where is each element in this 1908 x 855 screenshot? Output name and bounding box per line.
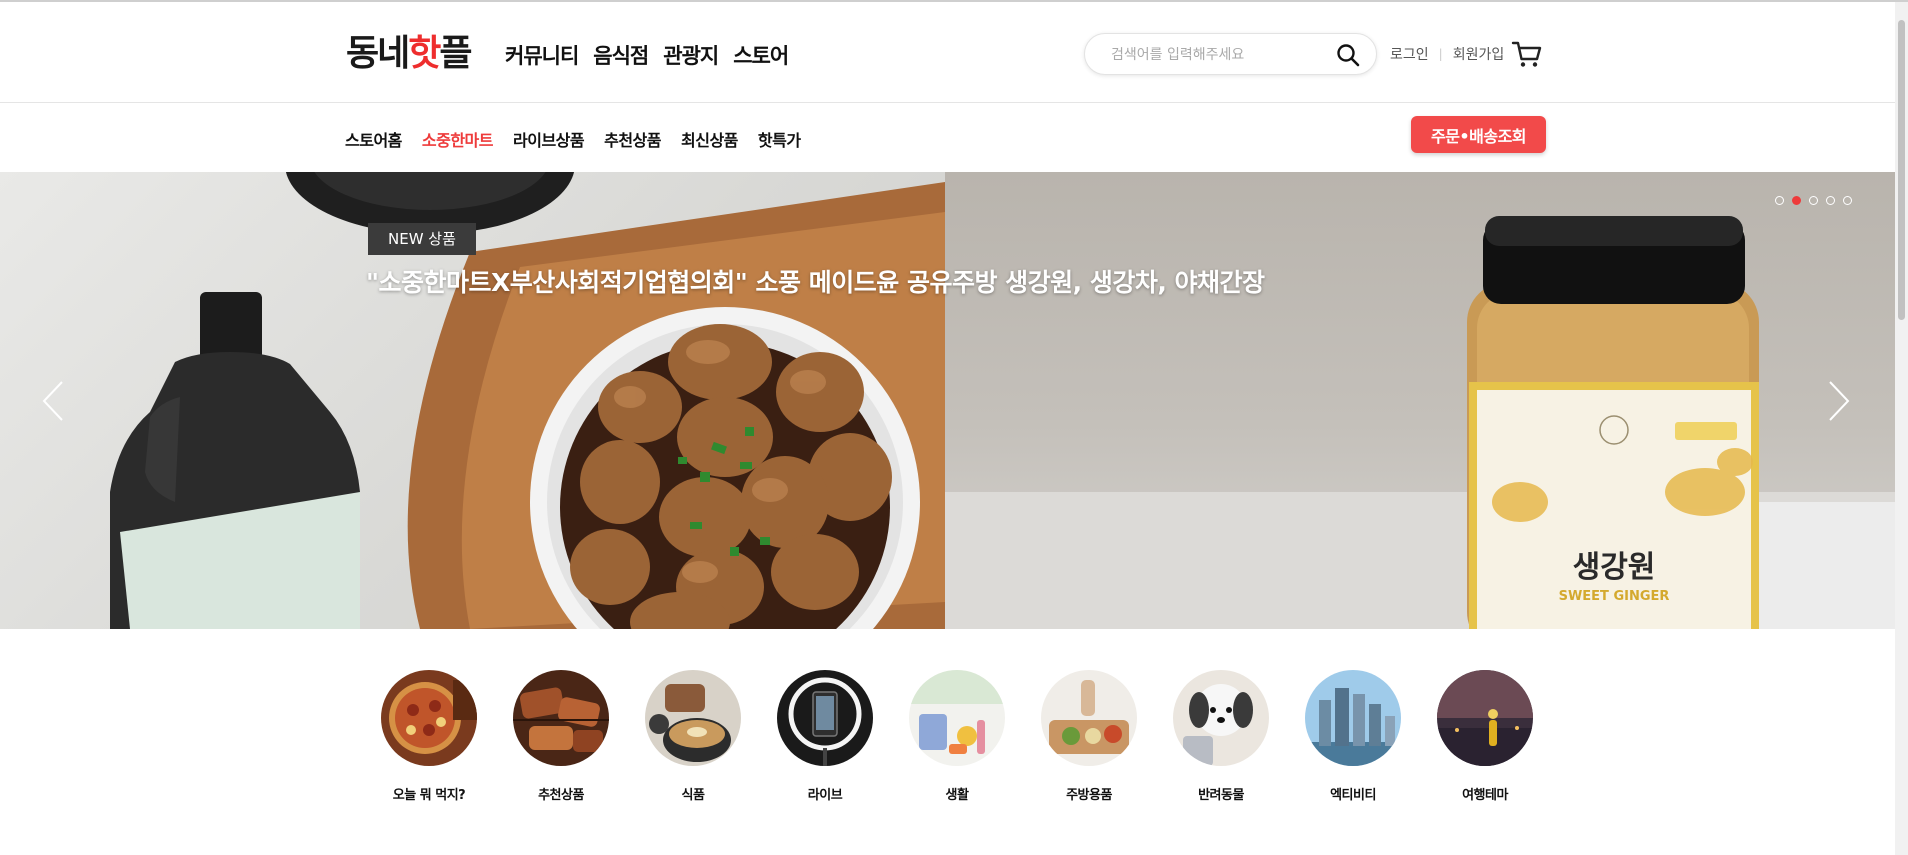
util-separator: | [1438, 47, 1443, 61]
category-label: 엑티비티 [1330, 788, 1376, 803]
category-label: 라이브 [807, 788, 843, 803]
category-travel-theme[interactable]: 여행테마 [1419, 670, 1551, 803]
night-travel-photo [1437, 670, 1533, 766]
category-living[interactable]: 생활 [891, 670, 1023, 803]
store-menu-home[interactable]: 스토어홈 [345, 127, 402, 151]
category-pets[interactable]: 반려동물 [1155, 670, 1287, 803]
category-label: 생활 [945, 788, 969, 803]
store-menu-live-products[interactable]: 라이브상품 [513, 127, 585, 151]
category-label: 주방용품 [1066, 788, 1112, 803]
search-box [1084, 33, 1377, 75]
store-sub-navigation: 스토어홈 소중한마트 라이브상품 추천상품 최신상품 핫특가 주문•배송조회 [0, 103, 1895, 172]
new-product-tag: NEW 상품 [368, 223, 476, 255]
logo-text-post: 플 [439, 33, 472, 74]
slide-dot-1[interactable] [1775, 196, 1784, 205]
login-link[interactable]: 로그인 [1390, 44, 1429, 64]
category-activity[interactable]: 엑티비티 [1287, 670, 1419, 803]
noodle-bowl-photo [645, 670, 741, 766]
category-kitchenware[interactable]: 주방용품 [1023, 670, 1155, 803]
banner-headline[interactable]: "소중한마트X부산사회적기업협의회" 소풍 메이드윤 공유주방 생강원, 생강차… [366, 263, 1265, 299]
category-label: 추천상품 [538, 788, 584, 803]
category-label: 오늘 뭐 먹지? [392, 788, 466, 803]
store-menu-newest[interactable]: 최신상품 [681, 127, 738, 151]
store-menu-recommended[interactable]: 추천상품 [604, 127, 661, 151]
nav-community[interactable]: 커뮤니티 [505, 40, 579, 70]
logo-text-pre: 동네 [346, 33, 410, 74]
site-header: 동네핫플 커뮤니티 음식점 관광지 스토어 로그인 | 회원가입 [0, 2, 1895, 103]
search-icon[interactable] [1335, 42, 1361, 68]
slide-dot-2[interactable] [1792, 196, 1801, 205]
slide-pagination [1775, 196, 1852, 205]
chevron-right-icon[interactable] [1816, 376, 1856, 426]
vertical-scrollbar[interactable] [1895, 2, 1908, 855]
jar-label-korean: 생강원 [1573, 550, 1656, 585]
nav-store[interactable]: 스토어 [733, 40, 789, 70]
order-delivery-lookup-button[interactable]: 주문•배송조회 [1411, 116, 1546, 153]
household-items-photo [909, 670, 1005, 766]
nav-attractions[interactable]: 관광지 [663, 40, 719, 70]
signup-link[interactable]: 회원가입 [1453, 44, 1505, 64]
category-live[interactable]: 라이브 [759, 670, 891, 803]
hero-banner[interactable]: 생강원 SWEET GINGER NEW 상품 "소중한마트X부산사회적기업협의… [0, 172, 1895, 629]
site-logo[interactable]: 동네핫플 [346, 32, 473, 76]
nav-restaurants[interactable]: 음식점 [593, 40, 649, 70]
slide-dot-4[interactable] [1826, 196, 1835, 205]
ginger-jar-photo: 생강원 SWEET GINGER [945, 216, 1895, 629]
category-what-to-eat[interactable]: 오늘 뭐 먹지? [363, 670, 495, 803]
scrollbar-thumb[interactable] [1898, 20, 1905, 320]
ring-light-phone-photo [777, 670, 873, 766]
user-utility-links: 로그인 | 회원가입 [1390, 44, 1504, 64]
city-skyline-photo [1305, 670, 1401, 766]
grilled-meat-photo [513, 670, 609, 766]
cutting-board-photo [1041, 670, 1137, 766]
pizza-food-photo [381, 670, 477, 766]
banner-image-right: 생강원 SWEET GINGER [945, 172, 1895, 629]
slide-dot-3[interactable] [1809, 196, 1818, 205]
slide-dot-5[interactable] [1843, 196, 1852, 205]
store-menu-sojunghan-mart[interactable]: 소중한마트 [422, 127, 494, 151]
category-label: 반려동물 [1198, 788, 1244, 803]
search-input[interactable] [1109, 42, 1323, 68]
category-food[interactable]: 식품 [627, 670, 759, 803]
category-shortcuts: 오늘 뭐 먹지? 추천상품 식품 라이브 생활 주방용품 반려동물 엑티비티 여… [363, 670, 1551, 803]
cart-icon[interactable] [1511, 39, 1543, 69]
puppy-photo [1173, 670, 1269, 766]
category-label: 식품 [681, 788, 705, 803]
jar-label-english: SWEET GINGER [1559, 589, 1670, 604]
main-navigation: 커뮤니티 음식점 관광지 스토어 [505, 40, 789, 70]
chevron-left-icon[interactable] [36, 376, 76, 426]
category-label: 여행테마 [1462, 788, 1508, 803]
store-menu: 스토어홈 소중한마트 라이브상품 추천상품 최신상품 핫특가 [345, 127, 801, 151]
category-recommended[interactable]: 추천상품 [495, 670, 627, 803]
store-menu-hot-deals[interactable]: 핫특가 [758, 127, 801, 151]
logo-text-hot: 핫 [408, 33, 441, 74]
